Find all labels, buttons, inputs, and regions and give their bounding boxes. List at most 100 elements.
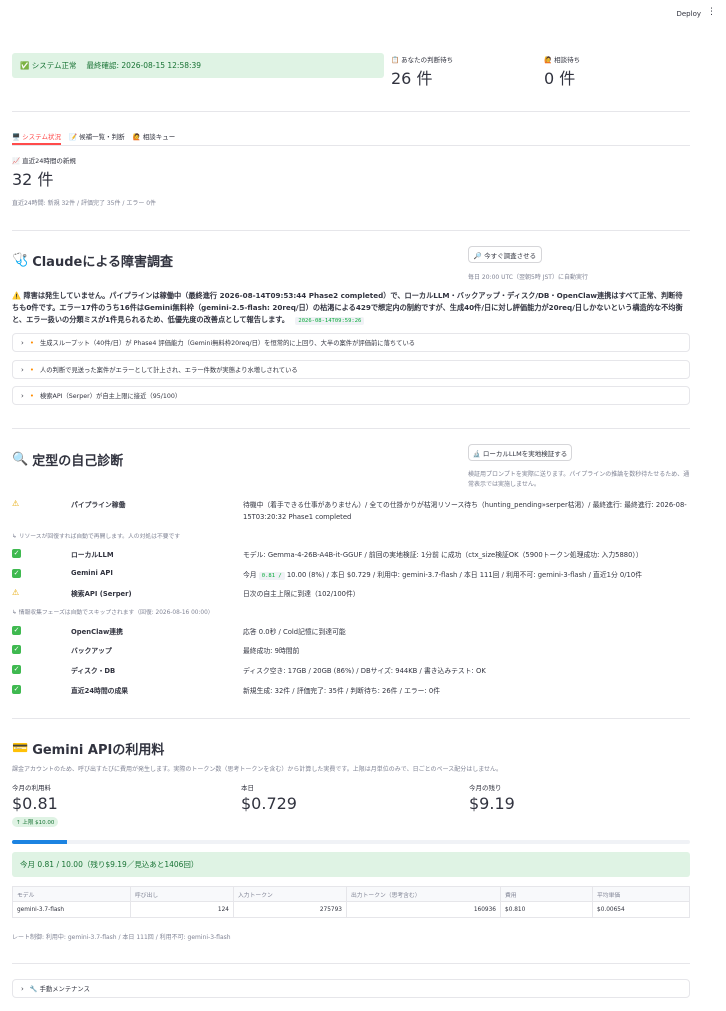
cell-output-tokens: 160936 [346,901,501,918]
column-header[interactable]: 費用 [500,886,593,902]
diagnosis-item-value: モデル: Gemma-4-26B-A4B-it-GGUF / 前回の実地検証: … [243,551,643,559]
diagnosis-item-name: Gemini API [71,569,113,577]
check-icon: ✓ [12,569,21,578]
column-header[interactable]: モデル [12,886,131,902]
diagnosis-item-name: 直近24時間の成果 [71,687,129,695]
diagnosis-row-24h: ✓ 直近24時間の成果 新規生成: 32件 / 評価完了: 35件 / 判断待ち… [12,685,690,697]
diagnosis-item-name: 検索API (Serper) [71,590,132,598]
chevron-right-icon: › [21,984,24,993]
verify-local-llm-button[interactable]: 🔬 ローカルLLMを実地検証する [468,444,572,461]
column-header[interactable]: 出力トークン（思考含む） [346,886,501,902]
diagnosis-row-serper: ⚠ 検索API (Serper) 日次の自主上限に到達（102/100件） [12,588,690,600]
today-cost-value: $0.729 [241,794,297,813]
orange-dot-icon: • [29,365,34,374]
rate-control-caption: レート制御: 利用中: gemini-3.7-flash / 本日 111回 /… [12,934,231,941]
serper-note: ↳ 情報収集フェーズは自動でスキップされます（回復: 2026-08-16 00… [12,610,214,616]
diagnosis-item-name: OpenClaw連携 [71,628,123,636]
table-header-row: モデル 呼び出し 入力トークン 出力トークン（思考含む） 費用 平均単価 [12,886,690,902]
finding-expander[interactable]: › • 人の判断で見送った案件がエラーとして計上され、エラー件数が実態より水増し… [12,360,690,379]
investigation-title: 🩺 Claudeによる障害調査 [12,251,173,270]
month-cost-label: 今月の利用料 [12,784,51,792]
maintenance-expander[interactable]: › 🔧 手動メンテナンス [12,979,690,998]
column-header[interactable]: 入力トークン [233,886,347,902]
gemini-value-suffix: 10.00 (8%) / 本日 $0.729 / 利用中: gemini-3.7… [286,571,642,579]
divider [12,718,690,719]
month-cost-value: $0.81 [12,794,58,813]
warning-icon: ⚠ [12,588,20,597]
gemini-value-prefix: 今月 [243,571,257,579]
check-icon: ✓ [12,685,21,694]
credit-card-icon: 💳 [12,741,29,756]
diagnosis-item-name: パイプライン稼働 [71,501,126,509]
recent-label: 📈 直近24時間の新規 [12,157,76,165]
diagnosis-item-name: ローカルLLM [71,551,114,559]
diagnosis-row-local-llm: ✓ ローカルLLM モデル: Gemma-4-26B-A4B-it-GGUF /… [12,549,690,561]
divider [12,111,690,112]
cell-cost: $0.810 [500,901,593,918]
check-icon: ✓ [12,645,21,654]
cell-input-tokens: 275793 [233,901,347,918]
investigate-now-button[interactable]: 🔎 今すぐ調査させる [468,246,542,263]
gemini-value-code: 0.81 / [258,572,285,580]
main-menu-icon[interactable]: ⋮ [707,8,716,17]
divider [12,428,690,429]
diagnosis-item-value: 日次の自主上限に到達（102/100件） [243,590,360,598]
cell-unit-price: $0.00654 [592,901,690,918]
pending-label: 📋 あなたの判断待ち [391,56,454,64]
diagnosis-item-value: 今月 0.81 / 10.00 (8%) / 本日 $0.729 / 利用中: … [243,569,691,582]
diagnosis-item-name: ディスク・DB [71,667,116,675]
diagnosis-caption: 検証用プロンプトを実際に送ります。パイプラインの推論を数秒待たせるため、通常表示… [468,471,690,488]
recent-caption: 直近24時間: 新規 32件 / 評価完了 35件 / エラー 0件 [12,200,157,207]
diagnosis-item-value: 新規生成: 32件 / 評価完了: 35件 / 判断待ち: 26件 / エラー:… [243,687,441,695]
deploy-button[interactable]: Deploy [676,10,701,18]
finding-expander[interactable]: › • 検索API（Serper）が自主上限に接近（95/100） [12,386,690,405]
check-icon: ✓ [12,549,21,558]
recent-value: 32 件 [12,170,54,189]
diagnosis-row-pipeline: ⚠ パイプライン稼働 待機中（着手できる仕事がありません）/ 全ての仕掛かりが枯… [12,499,690,525]
chevron-right-icon: › [21,391,24,400]
pending-value: 26 件 [391,69,433,88]
pipeline-note: ↳ リソースが回復すれば自動で再開します。人の対処は不要です [12,534,181,540]
finding-text: 生成スループット（40件/日）が Phase4 評価能力（Gemini無料枠20… [39,340,416,347]
cell-model: gemini-3.7-flash [12,901,131,918]
column-header[interactable]: 平均単価 [592,886,690,902]
column-header[interactable]: 呼び出し [130,886,234,902]
check-icon: ✓ [12,665,21,674]
investigation-timestamp: 2026-08-14T09:59:26 [295,317,365,325]
tab-system-status[interactable]: 🖥️ システム状況 [12,129,61,145]
diagnosis-row-openclaw: ✓ OpenClaw連携 応答 0.0秒 / Cold記憶に到達可能 [12,626,690,638]
finding-text: 検索API（Serper）が自主上限に接近（95/100） [39,393,182,400]
diagnosis-item-value: 最終成功: 9時間前 [243,647,300,655]
diagnosis-title: 🔍 定型の自己診断 [12,450,123,469]
diagnosis-row-disk: ✓ ディスク・DB ディスク空き: 17GB / 20GB (86%) / DB… [12,665,690,677]
diagnosis-row-gemini: ✓ Gemini API 今月 0.81 / 10.00 (8%) / 本日 $… [12,569,690,581]
divider [12,963,690,964]
warning-icon: ⚠ [12,499,20,508]
investigation-schedule: 毎日 20:00 UTC（翌朝5時 JST）に自動実行 [468,274,588,281]
divider [12,230,690,231]
check-icon: ✓ [12,626,21,635]
chevron-right-icon: › [21,365,24,374]
consult-label: 🙋 相談待ち [544,56,581,64]
tab-candidates[interactable]: 📝 候補一覧・判断 [69,129,125,145]
gemini-usage-title-text: Gemini APIの利用料 [32,743,165,758]
diagnosis-item-name: バックアップ [71,647,112,655]
finding-text: 人の判断で見送った案件がエラーとして計上され、エラー件数が実態より水増しされてい… [39,367,298,374]
today-cost-label: 本日 [241,784,254,792]
remaining-value: $9.19 [469,794,515,813]
usage-table: モデル 呼び出し 入力トークン 出力トークン（思考含む） 費用 平均単価 gem… [12,886,690,918]
budget-progress-bar [12,840,690,844]
diagnosis-item-value: ディスク空き: 17GB / 20GB (86%) / DBサイズ: 944KB… [243,667,486,675]
investigation-title-text: Claudeによる障害調査 [32,255,173,270]
budget-info-banner: 今月 0.81 / 10.00（残り$9.19／見込あと1406回） [12,852,690,877]
investigation-summary: ⚠️ 障害は発生していません。パイプラインは稼働中（最終進行 2026-08-1… [12,290,688,327]
chevron-right-icon: › [21,338,24,347]
diagnosis-item-value: 待機中（着手できる仕事がありません）/ 全ての仕掛かりが枯渇リソース待ち（hun… [243,501,687,521]
tab-consult-queue[interactable]: 🙋 相談キュー [133,129,176,145]
consult-value: 0 件 [544,69,576,88]
gemini-caption: 課金アカウントのため、呼び出すたびに費用が発生します。実際のトークン数（思考トー… [12,766,503,773]
orange-dot-icon: • [29,391,34,400]
finding-expander[interactable]: › • 生成スループット（40件/日）が Phase4 評価能力（Gemini無… [12,333,690,352]
maintenance-label: 🔧 手動メンテナンス [29,986,90,993]
system-status-banner: ✅ システム正常 最終確認: 2026-08-15 12:58:39 [12,53,384,78]
